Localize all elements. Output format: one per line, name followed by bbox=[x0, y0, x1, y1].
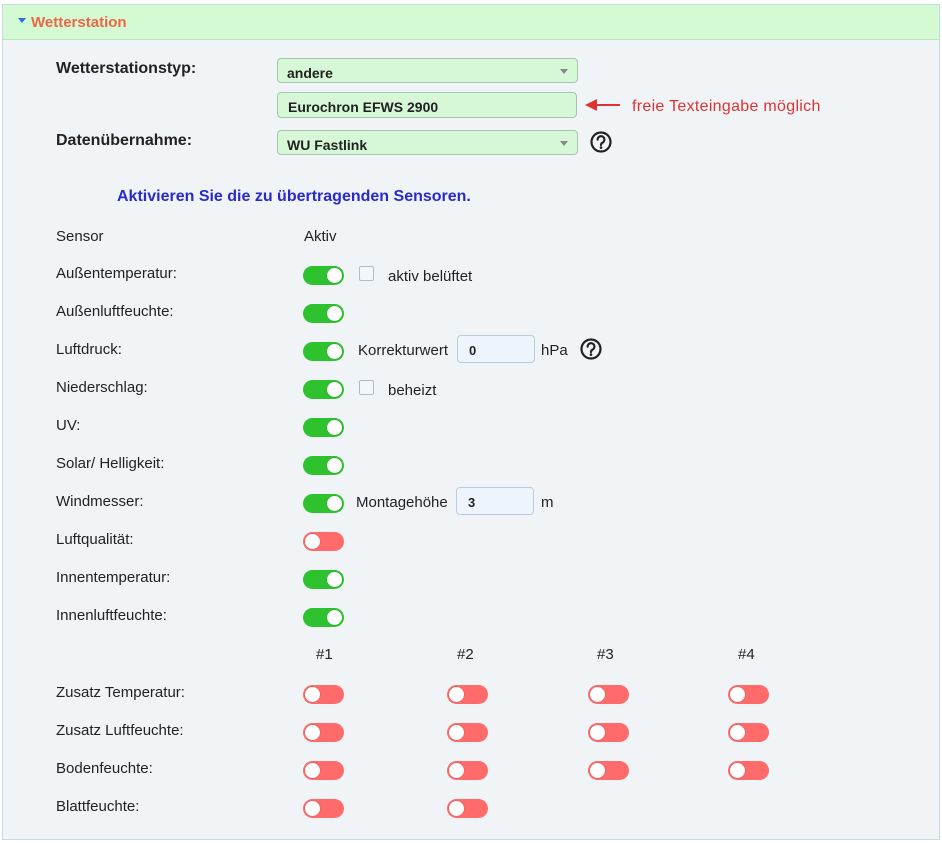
toggle-knob bbox=[449, 801, 464, 816]
sensor-toggle[interactable] bbox=[303, 761, 344, 780]
sensor-toggle[interactable] bbox=[447, 799, 488, 818]
toggle-knob bbox=[449, 687, 464, 702]
sensor-column-header: Sensor bbox=[56, 228, 104, 245]
sensor-label: Innentemperatur: bbox=[56, 569, 171, 586]
extra-sensor-label: Zusatz Temperatur: bbox=[56, 684, 185, 701]
toggle-knob bbox=[590, 725, 605, 740]
sensor-toggle[interactable] bbox=[447, 761, 488, 780]
sensor-toggle[interactable] bbox=[303, 266, 344, 285]
question-circle-icon[interactable] bbox=[580, 338, 602, 360]
sensor-toggle[interactable] bbox=[447, 685, 488, 704]
triangle-down-icon[interactable] bbox=[18, 18, 26, 23]
sensor-param-label: Montagehöhe bbox=[356, 494, 448, 511]
toggle-knob bbox=[327, 496, 342, 511]
toggle-knob bbox=[305, 687, 320, 702]
sensor-toggle[interactable] bbox=[728, 685, 769, 704]
sensor-param-input[interactable]: 0 bbox=[457, 335, 535, 363]
chevron-down-icon bbox=[560, 141, 568, 146]
sensor-param-unit: m bbox=[541, 494, 554, 511]
toggle-knob bbox=[327, 572, 342, 587]
sensor-toggle[interactable] bbox=[588, 685, 629, 704]
sensor-toggle[interactable] bbox=[303, 456, 344, 475]
toggle-knob bbox=[305, 763, 320, 778]
sensor-toggle[interactable] bbox=[303, 342, 344, 361]
sensor-label: Luftqualität: bbox=[56, 531, 134, 548]
extra-sensor-label: Bodenfeuchte: bbox=[56, 760, 153, 777]
sensor-toggle[interactable] bbox=[303, 494, 344, 513]
sensor-toggle[interactable] bbox=[303, 532, 344, 551]
toggle-knob bbox=[327, 268, 342, 283]
extra-column-header: #4 bbox=[738, 646, 755, 663]
station-name-input[interactable]: Eurochron EFWS 2900 bbox=[277, 92, 577, 118]
toggle-knob bbox=[305, 801, 320, 816]
sensor-toggle[interactable] bbox=[303, 608, 344, 627]
sensor-option-label: aktiv belüftet bbox=[388, 268, 473, 285]
sensor-label: Solar/ Helligkeit: bbox=[56, 455, 165, 472]
sensor-toggle[interactable] bbox=[588, 723, 629, 742]
sensor-param-input[interactable]: 3 bbox=[456, 487, 534, 515]
toggle-knob bbox=[730, 763, 745, 778]
sensor-toggle[interactable] bbox=[303, 570, 344, 589]
toggle-knob bbox=[327, 420, 342, 435]
sensor-toggle[interactable] bbox=[303, 380, 344, 399]
active-column-header: Aktiv bbox=[304, 228, 337, 245]
sensor-label: Außenluftfeuchte: bbox=[56, 303, 174, 320]
station-type-value: andere bbox=[287, 65, 333, 81]
panel-header[interactable]: Wetterstation bbox=[3, 5, 939, 40]
data-transfer-select[interactable]: WU Fastlink bbox=[277, 130, 578, 155]
sensor-label: Innenluftfeuchte: bbox=[56, 607, 167, 624]
arrow-left-icon bbox=[585, 99, 620, 111]
extra-column-header: #2 bbox=[457, 646, 474, 663]
sensor-toggle[interactable] bbox=[447, 723, 488, 742]
sensor-option-label: beheizt bbox=[388, 382, 437, 399]
extra-sensor-label: Zusatz Luftfeuchte: bbox=[56, 722, 184, 739]
sensor-option-checkbox[interactable] bbox=[359, 380, 374, 395]
toggle-knob bbox=[449, 763, 464, 778]
toggle-knob bbox=[590, 687, 605, 702]
sensor-option-checkbox[interactable] bbox=[359, 266, 374, 281]
toggle-knob bbox=[327, 344, 342, 359]
toggle-knob bbox=[730, 687, 745, 702]
extra-sensor-label: Blattfeuchte: bbox=[56, 798, 140, 815]
toggle-knob bbox=[730, 725, 745, 740]
toggle-knob bbox=[590, 763, 605, 778]
toggle-knob bbox=[327, 610, 342, 625]
sensor-toggle[interactable] bbox=[588, 761, 629, 780]
toggle-knob bbox=[305, 534, 320, 549]
sensor-label: Windmesser: bbox=[56, 493, 144, 510]
station-type-select[interactable]: andere bbox=[277, 58, 578, 83]
toggle-knob bbox=[449, 725, 464, 740]
extra-column-header: #1 bbox=[316, 646, 333, 663]
sensor-label: Außentemperatur: bbox=[56, 265, 177, 282]
sensor-label: Luftdruck: bbox=[56, 341, 122, 358]
sensor-toggle[interactable] bbox=[303, 685, 344, 704]
sensor-toggle[interactable] bbox=[728, 723, 769, 742]
sensor-toggle[interactable] bbox=[303, 304, 344, 323]
toggle-knob bbox=[327, 306, 342, 321]
chevron-down-icon bbox=[560, 69, 568, 74]
question-circle-icon[interactable] bbox=[590, 131, 612, 153]
toggle-knob bbox=[305, 725, 320, 740]
sensor-label: UV: bbox=[56, 417, 81, 434]
toggle-knob bbox=[327, 382, 342, 397]
sensor-toggle[interactable] bbox=[728, 761, 769, 780]
station-type-label: Wetterstationstyp: bbox=[56, 60, 197, 77]
sensor-label: Niederschlag: bbox=[56, 379, 148, 396]
sensors-heading: Aktivieren Sie die zu übertragenden Sens… bbox=[117, 188, 471, 205]
panel-title: Wetterstation bbox=[31, 14, 127, 31]
data-transfer-label: Datenübernahme: bbox=[56, 132, 193, 149]
extra-column-header: #3 bbox=[597, 646, 614, 663]
sensor-toggle[interactable] bbox=[303, 418, 344, 437]
toggle-knob bbox=[327, 458, 342, 473]
sensor-param-label: Korrekturwert bbox=[358, 342, 449, 359]
data-transfer-value: WU Fastlink bbox=[287, 137, 368, 153]
sensor-toggle[interactable] bbox=[303, 799, 344, 818]
free-text-hint: freie Texteingabe möglich bbox=[632, 98, 821, 115]
sensor-toggle[interactable] bbox=[303, 723, 344, 742]
sensor-param-unit: hPa bbox=[541, 342, 568, 359]
